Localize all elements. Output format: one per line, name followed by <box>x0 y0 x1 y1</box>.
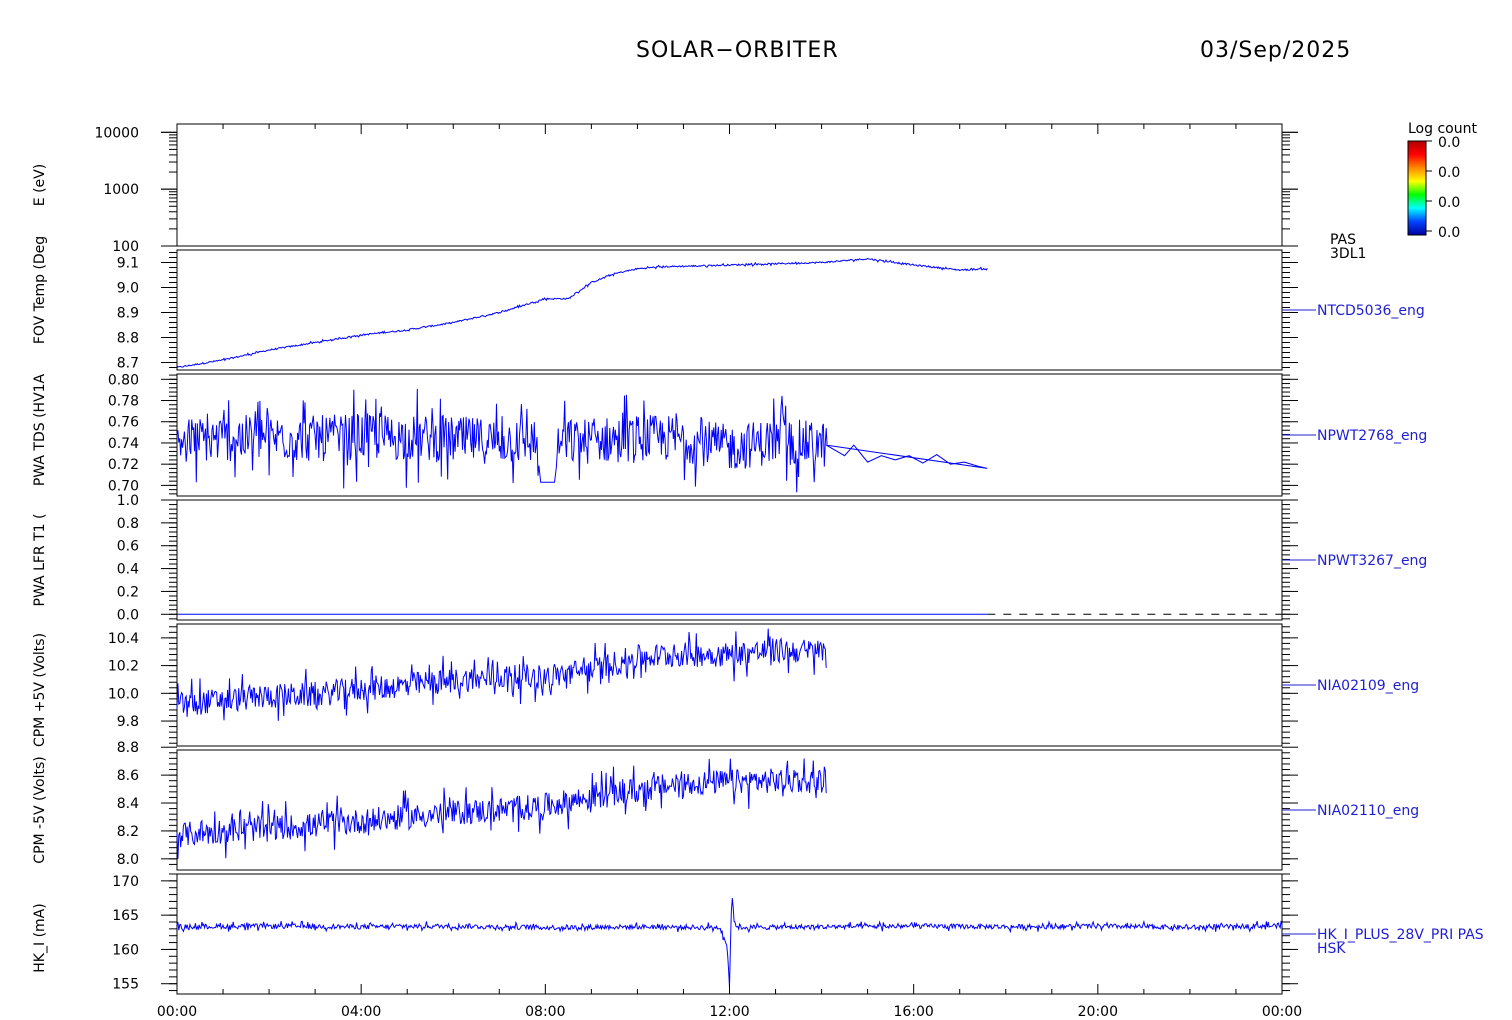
y-tick-label: 8.4 <box>117 796 139 812</box>
y-tick-label: 0.74 <box>108 436 139 452</box>
right-panel-label: HSK <box>1317 941 1346 957</box>
y-tick-label: 9.0 <box>117 281 139 297</box>
colorbar-tick-label: 0.0 <box>1438 225 1460 241</box>
y-tick-label: 9.1 <box>117 256 139 272</box>
right-panel-label: NPWT2768_eng <box>1317 428 1427 444</box>
y-tick-label: 0.6 <box>117 539 139 555</box>
x-tick-label: 08:00 <box>525 1004 565 1020</box>
side-axis-label: CPM +5V (Volts) <box>32 633 48 747</box>
y-tick-label: 8.8 <box>117 740 139 756</box>
y-tick-label: 8.7 <box>117 356 139 372</box>
y-tick-label: 8.2 <box>117 824 139 840</box>
colorbar-tick-label: 0.0 <box>1438 165 1460 181</box>
series-line <box>176 897 1283 988</box>
side-axis-label: PWA LFR T1 ( <box>32 514 48 607</box>
y-tick-label: 0.8 <box>117 516 139 532</box>
x-tick-label: 20:00 <box>1078 1004 1118 1020</box>
panel-frame <box>176 249 1283 371</box>
y-tick-label: 165 <box>112 908 139 924</box>
side-axis-label: HK_I (mA) <box>32 903 48 972</box>
series-line <box>176 257 988 369</box>
y-tick-label: 10000 <box>94 125 139 141</box>
x-tick-label: 04:00 <box>341 1004 381 1020</box>
series-line <box>176 388 988 493</box>
x-tick-label: 12:00 <box>709 1004 749 1020</box>
y-tick-label: 1.0 <box>117 493 139 509</box>
right-panel-label: NIA02109_eng <box>1317 678 1419 694</box>
right-panel-label: NTCD5036_eng <box>1317 303 1425 319</box>
panel-frame <box>176 123 1283 247</box>
y-tick-label: 8.9 <box>117 306 139 322</box>
y-tick-label: 8.8 <box>117 331 139 347</box>
panel-frame <box>176 499 1283 621</box>
y-tick-label: 100 <box>112 239 139 255</box>
y-tick-label: 9.8 <box>117 714 139 730</box>
y-tick-label: 0.80 <box>108 372 139 388</box>
colorbar <box>1407 140 1427 236</box>
y-tick-label: 170 <box>112 874 139 890</box>
y-tick-label: 0.70 <box>108 478 139 494</box>
y-tick-label: 10.4 <box>108 631 139 647</box>
series-line <box>176 758 827 859</box>
right-panel-label: NPWT3267_eng <box>1317 553 1427 569</box>
y-tick-label: 8.0 <box>117 852 139 868</box>
y-tick-label: 160 <box>112 942 139 958</box>
y-tick-label: 0.2 <box>117 584 139 600</box>
x-tick-label: 00:00 <box>157 1004 197 1020</box>
y-tick-label: 8.6 <box>117 768 139 784</box>
right-panel-label: 3DL1 <box>1330 246 1366 262</box>
side-axis-label: E (eV) <box>32 164 48 206</box>
y-tick-label: 0.72 <box>108 457 139 473</box>
colorbar-tick-label: 0.0 <box>1438 195 1460 211</box>
y-tick-label: 0.4 <box>117 562 139 578</box>
series-line <box>176 628 827 721</box>
y-tick-label: 10.0 <box>108 686 139 702</box>
side-axis-label: FOV Temp (Deg <box>32 236 48 344</box>
y-tick-label: 10.2 <box>108 659 139 675</box>
colorbar-tick-label: 0.0 <box>1438 135 1460 151</box>
right-panel-label: NIA02110_eng <box>1317 803 1419 819</box>
x-tick-label: 00:00 <box>1262 1004 1302 1020</box>
side-axis-label: PWA TDS (HV1A <box>32 373 48 486</box>
y-tick-label: 0.78 <box>108 394 139 410</box>
side-axis-label: CPM -5V (Volts) <box>32 756 48 863</box>
multi-panel-plot: 100100010000PAS3DL18.78.88.99.09.1NTCD50… <box>32 121 1484 1020</box>
y-tick-label: 0.0 <box>117 607 139 623</box>
x-tick-label: 16:00 <box>893 1004 933 1020</box>
y-tick-label: 1000 <box>103 182 139 198</box>
y-tick-label: 155 <box>112 977 139 993</box>
y-tick-label: 0.76 <box>108 415 139 431</box>
